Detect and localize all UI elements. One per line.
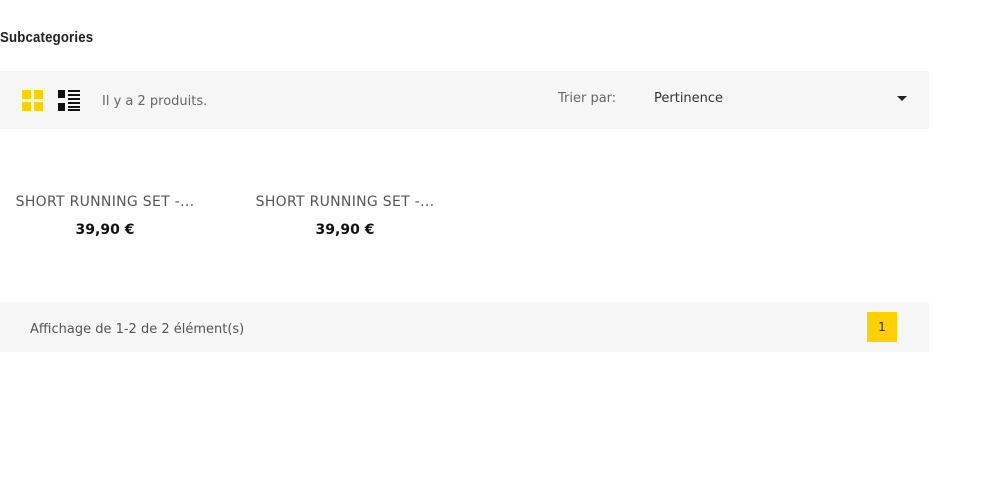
product-count-text: Il y a 2 produits.: [102, 94, 208, 109]
grid-view-icon[interactable]: [22, 90, 43, 111]
products-toolbar: Il y a 2 produits. Trier par: Pertinence: [0, 71, 929, 129]
product-name[interactable]: SHORT RUNNING SET -...: [0, 194, 210, 210]
product-card-1[interactable]: SHORT RUNNING SET -... 39,90 €: [0, 190, 210, 250]
product-price: 39,90 €: [75, 222, 135, 238]
section-title: Subcategories: [0, 29, 94, 46]
grid-view-icon-graphic: [22, 90, 43, 111]
list-view-icon-graphic: [58, 90, 80, 111]
sort-select[interactable]: Pertinence: [654, 89, 909, 109]
pagination-bar: Affichage de 1-2 de 2 élément(s) 1: [0, 302, 929, 352]
page-1-button[interactable]: 1: [867, 312, 897, 342]
sort-label: Trier par:: [558, 91, 617, 106]
sort-selected-value: Pertinence: [654, 91, 724, 106]
list-view-icon[interactable]: [58, 90, 80, 111]
product-name[interactable]: SHORT RUNNING SET -...: [240, 194, 450, 210]
product-price: 39,90 €: [315, 222, 375, 238]
caret-down-icon: [897, 96, 907, 101]
showing-items-text: Affichage de 1-2 de 2 élément(s): [30, 322, 245, 337]
product-card-2[interactable]: SHORT RUNNING SET -... 39,90 €: [240, 190, 450, 250]
